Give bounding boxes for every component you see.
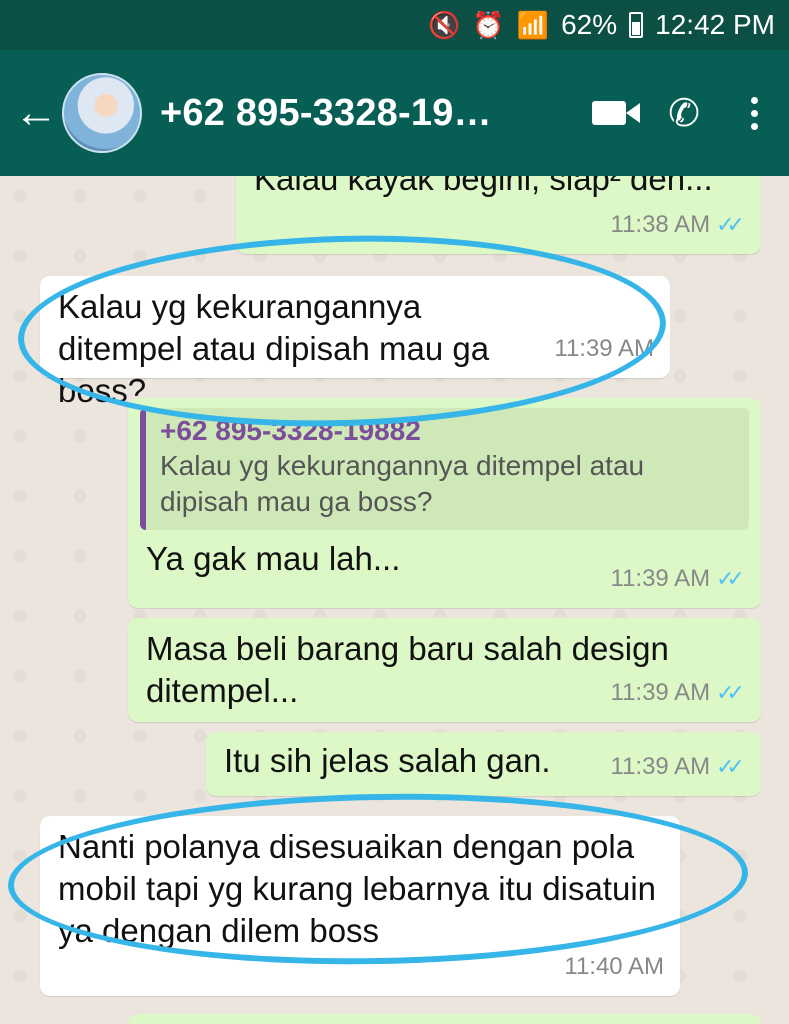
- message-bubble[interactable]: Kalau kayak begini, siap² den... 11:38 A…: [236, 176, 761, 254]
- message-time: 11:39 AM: [554, 335, 654, 362]
- message-bubble[interactable]: Kalau yg kekurangannya ditempel atau dip…: [40, 276, 670, 409]
- battery-icon: [629, 12, 644, 38]
- message-meta: 11:39 AM ✓✓: [611, 746, 746, 788]
- video-camera-icon: [592, 101, 640, 125]
- phone-icon: ✆: [668, 92, 700, 135]
- message-time: 11:39 AM: [610, 753, 711, 780]
- mute-icon: 🔇: [427, 10, 461, 40]
- chat-header: ← +62 895-3328-19… ✆: [0, 50, 789, 176]
- message-time: 11:38 AM: [610, 211, 711, 238]
- message-bubble[interactable]: Itu sih jelas salah gan. 11:39 AM ✓✓: [206, 732, 761, 796]
- clock: 12:42 PM: [655, 9, 775, 40]
- message-meta: 11:39 AM ✓✓: [611, 558, 746, 600]
- read-ticks-icon: ✓✓: [716, 754, 745, 779]
- message-time: 11:40 AM: [564, 953, 664, 980]
- alarm-icon: ⏰: [472, 10, 505, 40]
- read-ticks-icon: ✓✓: [716, 566, 745, 591]
- more-vert-icon: [750, 96, 758, 130]
- contact-name[interactable]: +62 895-3328-19…: [160, 92, 579, 135]
- voice-call-button[interactable]: ✆: [649, 50, 719, 176]
- read-ticks-icon: ✓✓: [716, 680, 745, 705]
- quoted-message[interactable]: +62 895-3328-19882 Kalau yg kekuranganny…: [140, 408, 749, 530]
- message-bubble[interactable]: Masa beli barang baru salah design ditem…: [128, 618, 761, 722]
- message-text: Nanti polanya disesuaikan dengan pola mo…: [58, 828, 657, 949]
- menu-button[interactable]: [719, 50, 789, 176]
- message-meta: 11:38 AM ✓✓: [611, 204, 746, 246]
- message-time: 11:39 AM: [610, 679, 711, 706]
- message-bubble[interactable]: [128, 1014, 761, 1024]
- battery-percent: 62%: [561, 9, 618, 40]
- message-text: Kalau kayak begini, siap² den...: [254, 176, 713, 197]
- message-meta: 11:40 AM: [564, 946, 664, 988]
- video-call-button[interactable]: [579, 50, 649, 176]
- avatar[interactable]: [62, 73, 142, 153]
- chat-area[interactable]: Kalau kayak begini, siap² den... 11:38 A…: [0, 176, 789, 1024]
- status-bar: 🔇 ⏰ 📶 62% 12:42 PM: [0, 0, 789, 50]
- message-meta: 11:39 AM ✓✓: [611, 672, 746, 714]
- quoted-sender: +62 895-3328-19882: [160, 415, 421, 446]
- read-ticks-icon: ✓✓: [716, 212, 745, 237]
- message-bubble[interactable]: +62 895-3328-19882 Kalau yg kekuranganny…: [128, 398, 761, 608]
- wifi-icon: 📶: [516, 10, 550, 40]
- quoted-text: Kalau yg kekurangannya ditempel atau dip…: [160, 450, 645, 517]
- back-arrow-icon[interactable]: ←: [0, 50, 62, 176]
- message-time: 11:39 AM: [610, 565, 711, 592]
- message-bubble[interactable]: Nanti polanya disesuaikan dengan pola mo…: [40, 816, 680, 996]
- message-meta: 11:39 AM: [554, 328, 654, 370]
